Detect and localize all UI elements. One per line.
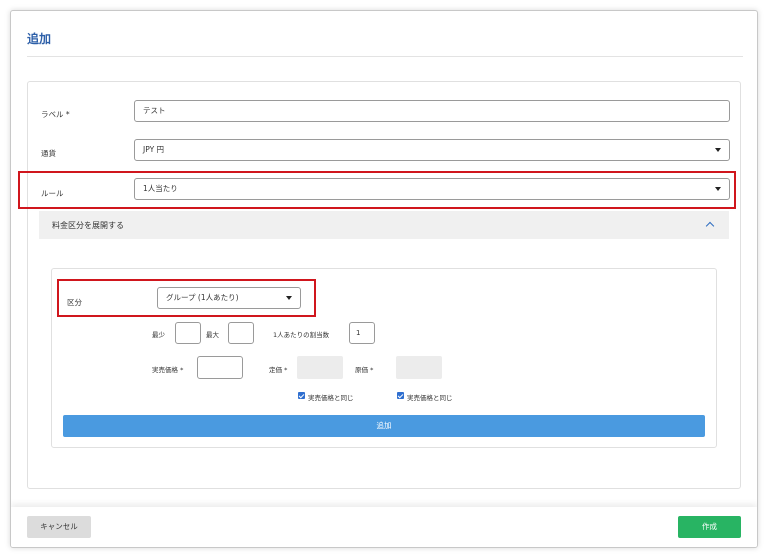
- cost-price-label: 原価 *: [355, 366, 374, 374]
- add-dialog: 追加 ラベル * テスト 通貨 JPY 円 ルール 1人当たり 料金区分を展開す…: [10, 10, 758, 548]
- tier-card: 区分 グループ (1人あたり) 最少 最大 1人あたりの割当数 1 実売価格 *…: [51, 268, 717, 448]
- chevron-down-icon: [715, 187, 721, 191]
- cost-price-input: [396, 356, 442, 379]
- tier-type-select[interactable]: グループ (1人あたり): [157, 287, 301, 309]
- currency-select-value: JPY 円: [143, 145, 165, 154]
- tier-type-value: グループ (1人あたり): [166, 293, 239, 302]
- per-unit-label: 1人あたりの割当数: [273, 331, 330, 339]
- min-input[interactable]: [175, 322, 201, 344]
- create-button[interactable]: 作成: [678, 516, 741, 538]
- chevron-up-icon[interactable]: [705, 221, 715, 231]
- list-same-label: 実売価格と同じ: [308, 394, 354, 402]
- sale-price-input[interactable]: [197, 356, 243, 379]
- pricing-tiers-accordion[interactable]: 料金区分を展開する: [39, 211, 729, 239]
- tier-section-label: 区分: [67, 298, 82, 307]
- sale-price-label: 実売価格 *: [152, 366, 184, 374]
- add-tier-button[interactable]: 追加: [63, 415, 705, 437]
- rule-field-label: ルール: [41, 189, 64, 198]
- max-input[interactable]: [228, 322, 254, 344]
- list-same-checkbox[interactable]: [298, 392, 305, 399]
- chevron-down-icon: [715, 148, 721, 152]
- rule-select[interactable]: 1人当たり: [134, 178, 730, 200]
- currency-select[interactable]: JPY 円: [134, 139, 730, 161]
- dialog-title: 追加: [27, 32, 52, 46]
- min-label: 最少: [152, 331, 165, 339]
- cost-same-checkbox[interactable]: [397, 392, 404, 399]
- chevron-down-icon: [286, 296, 292, 300]
- per-unit-input[interactable]: 1: [349, 322, 375, 344]
- cancel-button[interactable]: キャンセル: [27, 516, 91, 538]
- dialog-footer: キャンセル 作成: [11, 507, 757, 547]
- list-price-label: 定価 *: [269, 366, 288, 374]
- form-panel: ラベル * テスト 通貨 JPY 円 ルール 1人当たり 料金区分を展開する 区…: [18, 81, 741, 489]
- accordion-label: 料金区分を展開する: [52, 221, 124, 230]
- list-price-input: [297, 356, 343, 379]
- rule-select-value: 1人当たり: [143, 184, 178, 193]
- label-input[interactable]: テスト: [134, 100, 730, 122]
- label-field-label: ラベル *: [41, 110, 70, 119]
- cost-same-label: 実売価格と同じ: [407, 394, 453, 402]
- currency-field-label: 通貨: [41, 149, 56, 158]
- title-divider: [27, 56, 743, 57]
- max-label: 最大: [206, 331, 219, 339]
